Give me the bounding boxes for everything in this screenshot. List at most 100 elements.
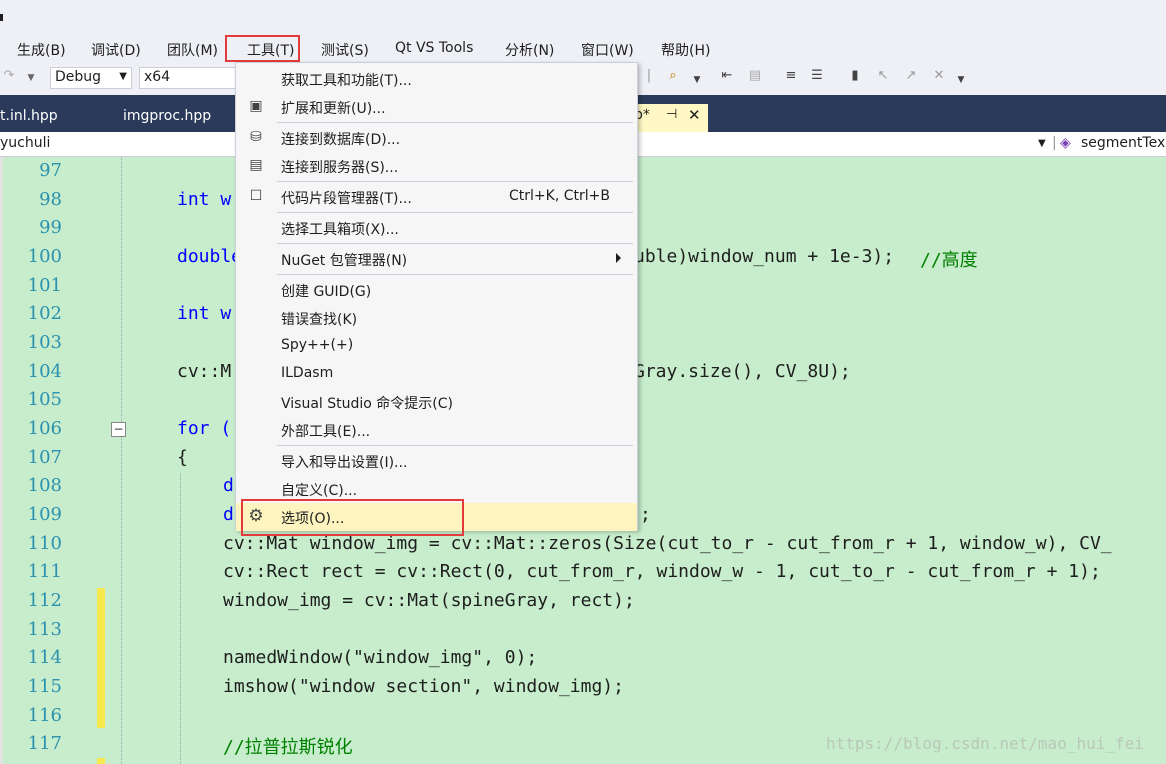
collapse-icon[interactable]: − (111, 422, 126, 437)
snippet-icon: ☐ (249, 188, 263, 204)
menu-item-import-export-settings[interactable]: 导入和导出设置(I)... (236, 447, 637, 475)
menu-item-create-guid[interactable]: 创建 GUID(G) (236, 276, 637, 304)
line-number: 116 (27, 705, 62, 726)
menu-item-label: 连接到数据库(D)... (281, 132, 401, 148)
code-line: d (223, 475, 234, 496)
line-number: 102 (27, 303, 62, 324)
comment-icon[interactable]: ☰ (808, 68, 826, 88)
code-comment: //拉普拉斯锐化 (223, 737, 353, 758)
toolbar-divider-icon: | (646, 68, 652, 83)
menu-separator (277, 212, 633, 213)
customize-dropdown-icon[interactable]: ▼ (952, 75, 970, 95)
menu-analyze[interactable]: 分析(N) (505, 40, 554, 60)
menu-help[interactable]: 帮助(H) (661, 40, 710, 60)
menu-item-label: 错误查找(K) (281, 312, 358, 328)
line-number: 105 (27, 389, 62, 410)
code-line: cv::Mat window_img = cv::Mat::zeros(Size… (223, 533, 1112, 554)
menu-item-error-lookup[interactable]: 错误查找(K) (236, 304, 637, 332)
menu-separator (277, 122, 633, 123)
member-icon: ◈ (1060, 135, 1071, 151)
menu-item-label: 导入和导出设置(I)... (281, 455, 408, 471)
menu-item-label: Visual Studio 命令提示(C) (281, 396, 453, 412)
code-line: double (177, 246, 243, 267)
watermark: https://blog.csdn.net/mao_hui_fei (826, 734, 1144, 753)
menu-item-label: 连接到服务器(S)... (281, 160, 399, 176)
pin-icon[interactable]: ⊣ (666, 107, 677, 122)
line-number: 107 (27, 447, 62, 468)
menu-separator (277, 243, 633, 244)
redo-dropdown-icon[interactable]: ▼ (22, 73, 40, 93)
menu-qt-vs-tools[interactable]: Qt VS Tools (395, 40, 473, 56)
chevron-down-icon[interactable]: ▼ (1038, 138, 1046, 149)
menu-item-label: ILDasm (281, 365, 334, 381)
line-number: 97 (39, 160, 62, 181)
submenu-arrow-icon (616, 253, 621, 263)
step-icon[interactable]: ⇤ (718, 68, 736, 88)
tab-imgproc-hpp[interactable]: imgproc.hpp (123, 108, 211, 124)
server-connect-icon: ▤ (249, 157, 263, 173)
tab-inl-hpp[interactable]: t.inl.hpp (0, 108, 58, 124)
menu-item-external-tools[interactable]: 外部工具(E)... (236, 416, 637, 444)
menu-item-label: 外部工具(E)... (281, 424, 371, 440)
menu-bar: 生成(B) 调试(D) 团队(M) 工具(T) 测试(S) Qt VS Tool… (0, 35, 1166, 63)
overflow-dropdown-icon[interactable]: ▼ (688, 75, 706, 95)
title-fragment (0, 14, 3, 21)
menu-team[interactable]: 团队(M) (167, 40, 218, 60)
line-number: 109 (27, 504, 62, 525)
step-over-icon[interactable]: ▤ (746, 68, 764, 88)
member-dropdown[interactable]: segmentTex (1081, 135, 1165, 151)
code-line: namedWindow("window_img", 0); (223, 647, 538, 668)
find-in-files-icon[interactable]: ⌕ (664, 68, 682, 88)
line-number: 110 (27, 533, 62, 554)
change-marker (97, 588, 105, 728)
line-number: 101 (27, 275, 62, 296)
menu-item-label: 扩展和更新(U)... (281, 101, 386, 117)
code-line: uble)window_num + 1e-3); (634, 246, 895, 267)
line-number: 100 (27, 246, 62, 267)
active-tab[interactable]: p* ⊣ ✕ (634, 104, 708, 132)
code-line: d (223, 504, 234, 525)
code-line: cv::M (177, 361, 232, 382)
tools-menu-dropdown: 获取工具和功能(T)... ▣ 扩展和更新(U)... ⛁ 连接到数据库(D).… (235, 62, 638, 531)
menu-item-vs-command-prompt[interactable]: Visual Studio 命令提示(C) (236, 388, 637, 416)
clear-bookmarks-icon[interactable]: ✕ (930, 68, 948, 88)
menu-item-label: NuGet 包管理器(N) (281, 253, 408, 269)
menu-item-ildasm[interactable]: ILDasm (236, 360, 637, 388)
close-icon[interactable]: ✕ (688, 106, 701, 124)
next-bookmark-icon[interactable]: ↗ (902, 68, 920, 88)
menu-item-spy[interactable]: Spy++(+) (236, 332, 637, 360)
menu-item-shortcut: Ctrl+K, Ctrl+B (509, 188, 610, 204)
redo-icon[interactable]: ↷ (0, 68, 18, 88)
nav-divider: | (1052, 135, 1057, 151)
line-number: 106 (27, 418, 62, 439)
line-number: 108 (27, 475, 62, 496)
line-number: 114 (27, 647, 62, 668)
menu-item-choose-toolbox[interactable]: 选择工具箱项(X)... (236, 214, 637, 242)
code-line: Gray.size(), CV_8U); (634, 361, 851, 382)
title-bar (0, 0, 1166, 35)
menu-item-get-tools[interactable]: 获取工具和功能(T)... (236, 65, 637, 93)
platform-select[interactable]: x64 (139, 67, 237, 89)
menu-item-connect-server[interactable]: ▤ 连接到服务器(S)... (236, 152, 637, 180)
code-line: for ( (177, 418, 232, 439)
database-connect-icon: ⛁ (250, 129, 262, 145)
menu-item-snippet-manager[interactable]: ☐ 代码片段管理器(T)... Ctrl+K, Ctrl+B (236, 183, 637, 211)
menu-build[interactable]: 生成(B) (17, 40, 66, 60)
menu-separator (277, 181, 633, 182)
extensions-icon: ▣ (249, 98, 263, 114)
platform-value: x64 (144, 69, 171, 85)
bookmark-icon[interactable]: ▮ (846, 68, 864, 88)
menu-window[interactable]: 窗口(W) (581, 40, 634, 60)
menu-item-nuget[interactable]: NuGet 包管理器(N) (236, 245, 637, 273)
format-icon[interactable]: ≡ (782, 68, 800, 88)
project-scope-dropdown[interactable]: yuchuli (0, 135, 50, 151)
menu-item-extensions[interactable]: ▣ 扩展和更新(U)... (236, 93, 637, 121)
code-line: imshow("window section", window_img); (223, 676, 624, 697)
prev-bookmark-icon[interactable]: ↖ (874, 68, 892, 88)
line-number: 117 (27, 733, 62, 754)
configuration-select[interactable]: Debug ▼ (50, 67, 132, 89)
menu-item-connect-database[interactable]: ⛁ 连接到数据库(D)... (236, 124, 637, 152)
menu-test[interactable]: 测试(S) (321, 40, 369, 60)
indent-guide (180, 473, 181, 764)
menu-debug[interactable]: 调试(D) (91, 40, 141, 60)
